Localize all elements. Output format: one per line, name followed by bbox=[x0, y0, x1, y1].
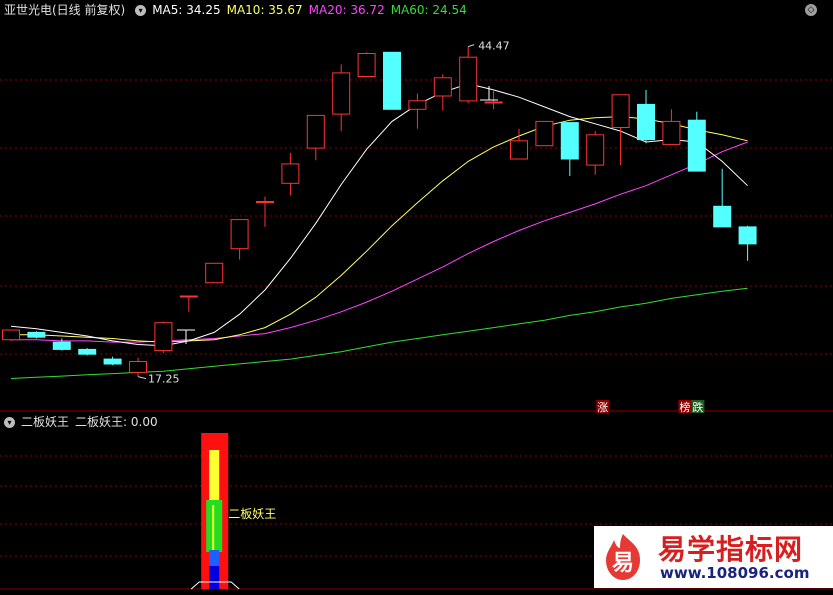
candle-body bbox=[332, 72, 351, 115]
signal-bar-blue bbox=[209, 566, 220, 589]
candle bbox=[2, 329, 20, 341]
candle bbox=[78, 348, 97, 356]
candle bbox=[687, 111, 706, 172]
candle-body bbox=[662, 120, 681, 145]
candle bbox=[154, 321, 173, 354]
candle-body bbox=[713, 205, 732, 228]
candle bbox=[383, 51, 401, 110]
low-price-label: 17.25 bbox=[148, 373, 180, 386]
tag-zhang: 涨 bbox=[597, 401, 608, 414]
ma10-label: MA10: 35.67 bbox=[226, 3, 303, 17]
candle-body bbox=[611, 94, 630, 129]
signal-bar-blue-light bbox=[209, 550, 220, 567]
tag-die: 跌 bbox=[692, 400, 703, 414]
ma5-label: MA5: 34.25 bbox=[152, 3, 221, 17]
candlestick-chart[interactable]: 二板妖王 44.47 17.25 涨 榜跌 bbox=[0, 0, 833, 591]
candle-body bbox=[154, 322, 173, 352]
candle-body bbox=[510, 140, 528, 160]
candle bbox=[535, 120, 554, 147]
candle-body bbox=[27, 331, 46, 338]
candle-body bbox=[256, 201, 274, 203]
candle-body bbox=[306, 114, 325, 149]
indicator-value: 二板妖王: 0.00 bbox=[75, 415, 158, 429]
chart-header: 亚世光电(日线 前复权) ▾ MA5: 34.25 MA10: 35.67 MA20: … bbox=[4, 2, 473, 18]
indicator-header: ▾ 二板妖王 二板妖王: 0.00 bbox=[4, 414, 164, 430]
watermark-banner: 易 易学指标网 www.108096.com bbox=[594, 526, 833, 588]
candle-body bbox=[179, 295, 198, 298]
signal-label: 二板妖王 bbox=[228, 507, 276, 521]
stock-title[interactable]: 亚世光电(日线 前复权) bbox=[4, 3, 125, 17]
candle-body bbox=[433, 77, 452, 97]
candle-body bbox=[78, 348, 97, 355]
candle-body bbox=[357, 53, 376, 77]
signal-bar-yellow bbox=[209, 450, 220, 502]
candle bbox=[357, 52, 376, 77]
candle-body bbox=[103, 358, 122, 365]
candle-body bbox=[129, 361, 147, 373]
candle-body bbox=[205, 262, 224, 284]
candle-body bbox=[52, 341, 71, 350]
candle-body bbox=[383, 51, 401, 110]
indicator-name[interactable]: 二板妖王 bbox=[21, 415, 69, 429]
candle-body bbox=[459, 56, 478, 102]
svg-text:易: 易 bbox=[612, 551, 634, 576]
candle-body bbox=[586, 134, 605, 166]
watermark-title: 易学指标网 bbox=[658, 533, 804, 566]
settings-icon[interactable]: ▾ bbox=[135, 5, 147, 16]
candle-body bbox=[738, 226, 757, 245]
chart-stage: 二板妖王 44.47 17.25 涨 榜跌 亚世光电(日线 前复权) ▾ MA5: 34.… bbox=[0, 0, 833, 591]
candle-body bbox=[637, 103, 655, 141]
candle-body bbox=[408, 100, 427, 110]
candle-body bbox=[281, 163, 300, 184]
watermark-url: www.108096.com bbox=[660, 564, 810, 582]
candle bbox=[205, 262, 224, 284]
collapse-icon[interactable]: ◇ bbox=[805, 4, 817, 16]
candle-body bbox=[687, 119, 706, 172]
candle-body bbox=[2, 329, 20, 341]
chart-background bbox=[0, 0, 833, 591]
tag-bang: 榜 bbox=[679, 400, 690, 414]
candle bbox=[27, 331, 46, 339]
high-price-label: 44.47 bbox=[478, 40, 510, 53]
ma20-label: MA20: 36.72 bbox=[308, 3, 385, 17]
candle-body bbox=[560, 122, 579, 160]
candle-body bbox=[484, 101, 503, 104]
indicator-settings-icon[interactable]: ▾ bbox=[4, 417, 15, 428]
ma60-label: MA60: 24.54 bbox=[390, 3, 467, 17]
candle-body bbox=[230, 219, 249, 250]
candle-body bbox=[535, 120, 554, 147]
flame-logo-icon: 易 bbox=[606, 534, 640, 580]
